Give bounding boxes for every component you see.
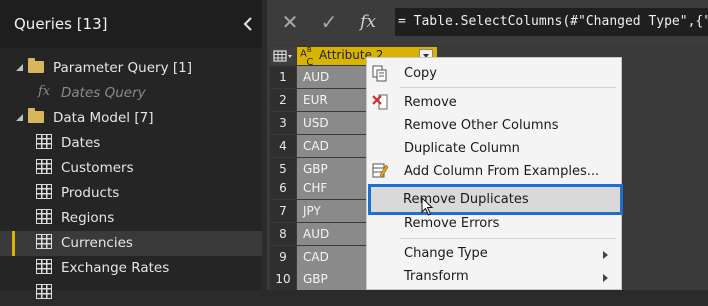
formula-input[interactable]: = Table.SelectColumns(#"Changed Type",{"…: [395, 8, 708, 36]
query-item-label: Customers: [61, 160, 134, 176]
query-group-label: Data Model [7]: [53, 110, 154, 126]
query-group-data-model[interactable]: Data Model [7]: [0, 106, 262, 131]
query-item-dates[interactable]: Dates: [0, 131, 262, 156]
row-number: 1: [270, 66, 296, 88]
menu-item-remove-duplicates-highlight[interactable]: Remove Duplicates: [368, 184, 623, 215]
menu-item-change-type[interactable]: Change Type: [404, 246, 488, 261]
query-item-dates-query[interactable]: fx Dates Query: [0, 81, 262, 106]
menu-item-remove[interactable]: Remove: [404, 95, 457, 110]
folder-icon: [28, 108, 44, 123]
row-number: 3: [270, 112, 296, 134]
query-group-parameter-query[interactable]: Parameter Query [1]: [0, 56, 262, 81]
queries-pane-title: Queries [13]: [14, 15, 108, 33]
query-group-label: Parameter Query [1]: [53, 60, 192, 76]
menu-item-add-column-from-examples[interactable]: Add Column From Examples...: [404, 164, 599, 179]
remove-column-icon: [372, 94, 388, 110]
table-icon: [36, 284, 52, 299]
query-item-label: Dates: [61, 135, 101, 151]
menu-separator: [400, 238, 616, 239]
menu-separator: [400, 87, 616, 88]
mouse-cursor-icon: [421, 197, 434, 216]
row-number: 8: [270, 223, 296, 245]
query-item-label: Regions: [61, 210, 115, 226]
menu-item-remove-errors[interactable]: Remove Errors: [404, 216, 499, 231]
row-number: 4: [270, 135, 296, 157]
collapse-pane-icon[interactable]: [243, 17, 253, 31]
menu-item-duplicate-column[interactable]: Duplicate Column: [404, 141, 520, 156]
text-type-icon[interactable]: AB C: [300, 46, 313, 68]
row-number: 9: [270, 246, 296, 268]
row-number: 10: [270, 268, 296, 290]
insert-function-icon[interactable]: fx: [353, 8, 383, 36]
table-icon: [36, 159, 52, 174]
table-icon: [36, 234, 52, 249]
table-icon: [36, 184, 52, 199]
query-item-regions[interactable]: Regions: [0, 206, 262, 231]
query-item-label: Products: [61, 185, 120, 201]
table-icon: [36, 259, 52, 274]
row-number: 7: [270, 200, 296, 222]
queries-pane: Queries [13] Parameter Query [1] fx Date…: [0, 0, 262, 299]
copy-icon: [372, 65, 387, 82]
cancel-icon[interactable]: ✕: [275, 8, 305, 36]
expand-triangle-icon[interactable]: [16, 64, 23, 71]
table-icon: [36, 209, 52, 224]
column-context-menu: Copy Remove Remove Other Columns Duplica…: [366, 57, 622, 290]
table-icon: [36, 134, 52, 149]
queries-pane-header: Queries [13]: [0, 0, 262, 48]
menu-item-remove-other-columns[interactable]: Remove Other Columns: [404, 118, 559, 133]
table-menu-button[interactable]: [270, 47, 296, 65]
query-item-label: Exchange Rates: [61, 260, 170, 276]
add-column-from-examples-icon: [372, 163, 389, 178]
query-item-exchange-rates[interactable]: Exchange Rates: [0, 256, 262, 281]
submenu-arrow-icon: [603, 251, 608, 259]
row-number: 6: [270, 177, 296, 199]
table-menu-icon: [273, 50, 292, 62]
query-item-customers[interactable]: Customers: [0, 156, 262, 181]
function-icon: fx: [38, 84, 51, 99]
commit-icon[interactable]: ✓: [314, 8, 344, 36]
query-item-label: Dates Query: [61, 85, 146, 101]
query-item-label: Currencies: [61, 235, 133, 251]
row-number: 2: [270, 89, 296, 111]
menu-item-transform[interactable]: Transform: [404, 269, 469, 284]
query-item-partial[interactable]: [0, 281, 262, 306]
submenu-arrow-icon: [603, 274, 608, 282]
query-item-currencies[interactable]: Currencies: [0, 231, 262, 256]
folder-icon: [28, 58, 44, 73]
query-item-products[interactable]: Products: [0, 181, 262, 206]
selected-indicator: [12, 231, 15, 256]
menu-item-copy[interactable]: Copy: [404, 66, 437, 81]
expand-triangle-icon[interactable]: [16, 114, 23, 121]
